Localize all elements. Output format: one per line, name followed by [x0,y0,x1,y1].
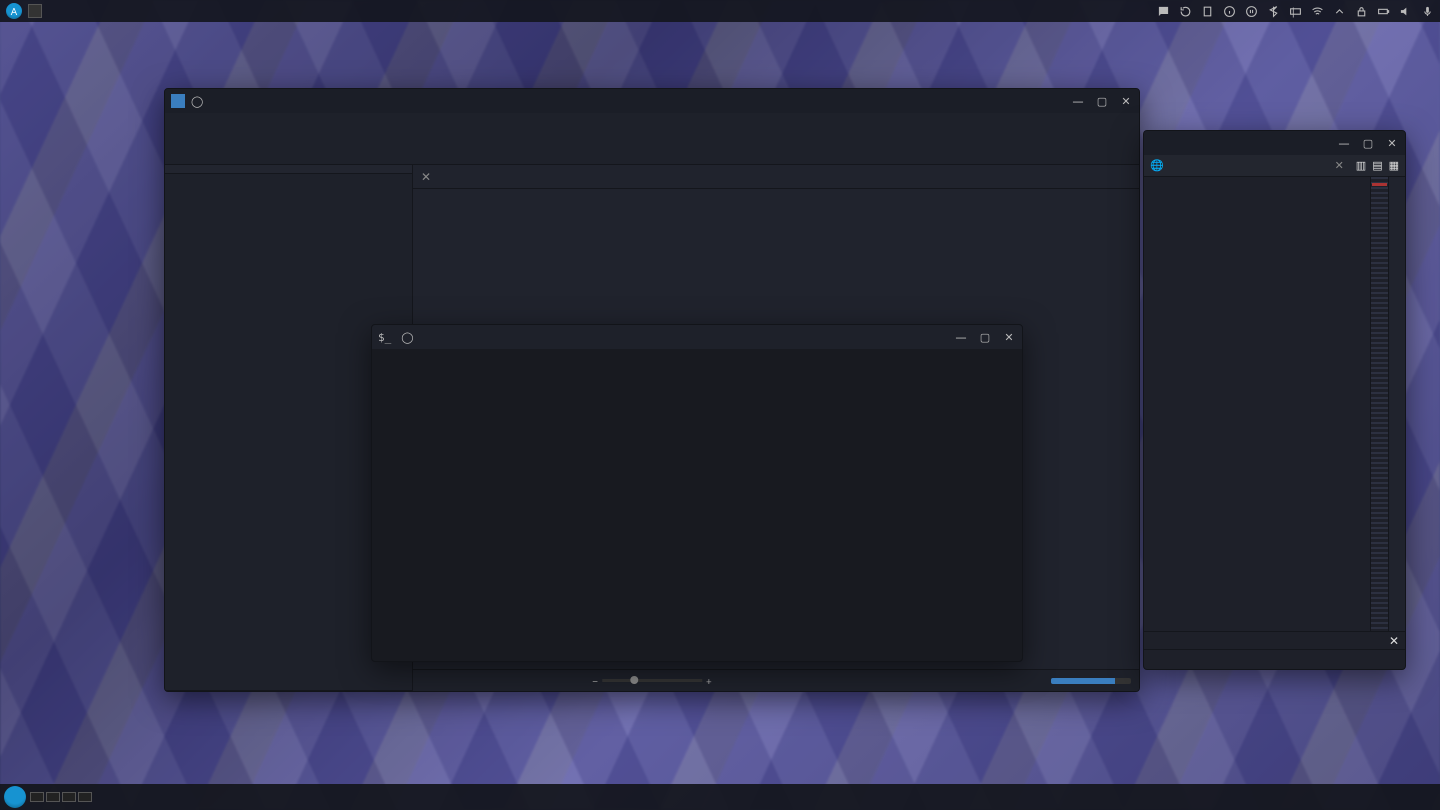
zoom-in-icon[interactable]: + [706,674,712,688]
split-icon-2[interactable]: ▤ [1372,158,1382,173]
close-search-icon[interactable]: ✕ [1389,632,1399,649]
clipboard-icon[interactable] [1201,5,1214,18]
zoom-out-icon[interactable]: − [592,674,598,688]
tab-close-icon[interactable]: ✕ [1335,158,1344,173]
volume-icon[interactable] [1399,5,1412,18]
dolphin-statusbar: − + [413,669,1139,691]
close-button[interactable]: ✕ [1385,136,1399,151]
home-icon [171,94,185,108]
konsole-window: $_ ◯ — ▢ ✕ [371,324,1023,662]
tab-indicator-icon: ◯ [401,330,413,345]
close-button[interactable]: ✕ [1002,330,1016,345]
arch-logo-icon[interactable]: A [6,3,22,19]
lock-icon[interactable] [1355,5,1368,18]
globe-icon: 🌐 [1150,158,1164,173]
minimize-button[interactable]: — [954,330,968,345]
pager[interactable] [30,792,92,802]
places-header [165,165,412,174]
bluetooth-icon[interactable] [1267,5,1280,18]
battery-icon[interactable] [1377,5,1390,18]
refresh-icon[interactable] [1179,5,1192,18]
preview-tab[interactable] [1388,177,1405,631]
minimize-button[interactable]: — [1337,136,1351,151]
maximize-button[interactable]: ▢ [978,330,992,345]
editor-text[interactable] [1144,177,1370,631]
system-tray [1157,5,1434,18]
wifi-icon[interactable] [1311,5,1324,18]
chat-icon[interactable] [1157,5,1170,18]
kate-window: — ▢ ✕ 🌐 ✕ ▥ ▤ ▦ ✕ [1143,130,1406,670]
info-icon[interactable] [1223,5,1236,18]
keyboard-icon[interactable] [1289,5,1302,18]
split-icon[interactable]: ▥ [1356,158,1366,173]
taskbar [0,784,1440,810]
mic-icon[interactable] [1421,5,1434,18]
zoom-slider[interactable]: − + [592,674,711,688]
tab-indicator-icon: ◯ [191,94,203,109]
active-app-icon[interactable] [28,4,42,18]
close-button[interactable]: ✕ [1119,94,1133,109]
minimize-button[interactable]: — [1071,94,1085,109]
chevron-up-icon[interactable] [1333,5,1346,18]
tab-close-icon[interactable]: ✕ [413,168,439,185]
side-toolbox[interactable] [0,24,18,784]
maximize-button[interactable]: ▢ [1361,136,1375,151]
minimap[interactable] [1370,177,1388,631]
pause-icon[interactable] [1245,5,1258,18]
terminal-output[interactable] [372,349,1022,661]
app-launcher-icon[interactable] [4,786,26,808]
top-panel: A | [0,0,1440,22]
new-tab-icon[interactable]: $_ [378,331,391,344]
menu-icon[interactable]: ▦ [1389,158,1399,173]
maximize-button[interactable]: ▢ [1095,94,1109,109]
